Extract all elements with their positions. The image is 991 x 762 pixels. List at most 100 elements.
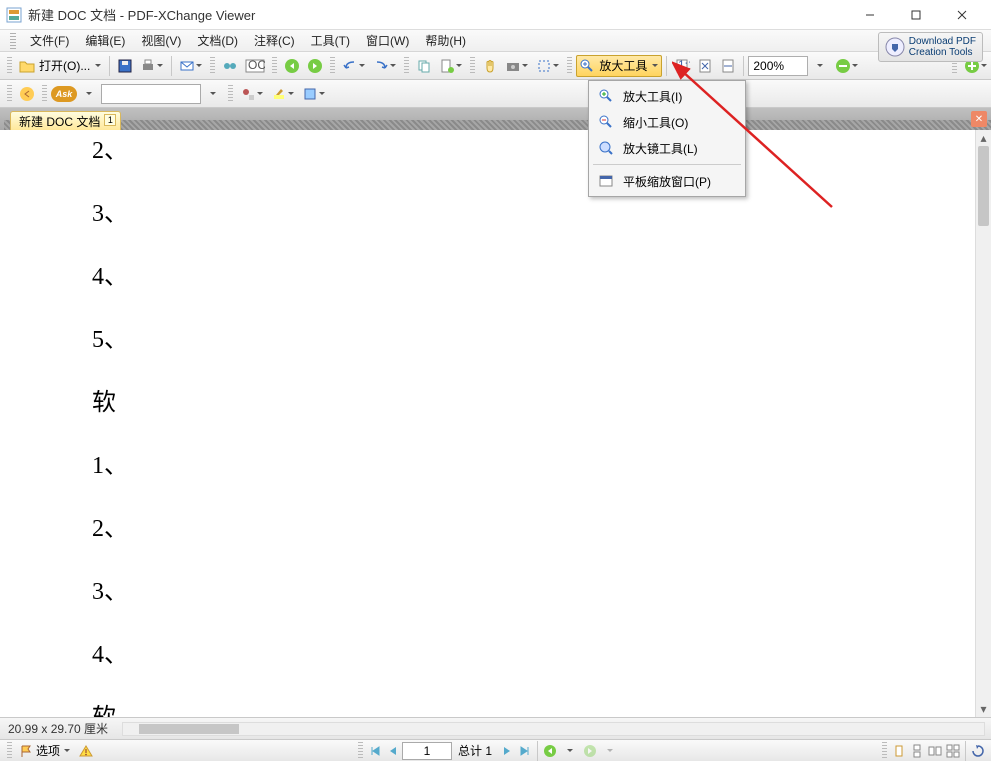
download-icon xyxy=(885,37,905,57)
search-combo[interactable] xyxy=(101,84,201,104)
download-pdf-tools-button[interactable]: Download PDFCreation Tools xyxy=(878,32,983,62)
note-button[interactable] xyxy=(299,83,329,105)
ocr-button[interactable]: OCR xyxy=(242,55,268,77)
minus-circle-icon xyxy=(835,58,851,74)
scroll-down-button[interactable]: ▾ xyxy=(976,701,991,717)
fit-width-button[interactable] xyxy=(717,55,739,77)
snapshot-button[interactable] xyxy=(502,55,532,77)
tab-badge: 1 xyxy=(104,114,116,126)
find-button[interactable] xyxy=(219,55,241,77)
menu-document[interactable]: 文档(D) xyxy=(189,30,246,51)
hand-icon xyxy=(482,58,498,74)
menu-file[interactable]: 文件(F) xyxy=(22,30,77,51)
ask-drop[interactable] xyxy=(78,83,100,105)
nav-forward-drop[interactable] xyxy=(599,740,621,762)
menu-zoom-in-tool[interactable]: 放大工具(I) xyxy=(591,83,743,109)
toolbar-grip[interactable] xyxy=(7,742,12,760)
toolbar-grip[interactable] xyxy=(42,85,47,103)
menu-edit[interactable]: 编辑(E) xyxy=(77,30,133,51)
hand-tool-button[interactable] xyxy=(479,55,501,77)
fit-page-icon xyxy=(697,58,713,74)
menu-magnifier-tool[interactable]: 放大镜工具(L) xyxy=(591,135,743,161)
warning-icon xyxy=(79,744,93,758)
zoom-combo[interactable]: 200% xyxy=(748,56,808,76)
print-button[interactable] xyxy=(137,55,167,77)
save-button[interactable] xyxy=(114,55,136,77)
actual-size-button[interactable]: 1:1 xyxy=(671,55,693,77)
document-text-line: 软 xyxy=(92,697,975,717)
prev-page-button[interactable] xyxy=(384,742,402,760)
ask-icon: Ask xyxy=(51,86,77,102)
stamp-button[interactable] xyxy=(237,83,267,105)
nav-back-drop[interactable] xyxy=(559,740,581,762)
toolbar-grip[interactable] xyxy=(210,57,215,75)
new-doc-button[interactable] xyxy=(436,55,466,77)
history-forward-button[interactable] xyxy=(370,55,400,77)
document-tab-bar: 新建 DOC 文档 1 ✕ xyxy=(0,108,991,130)
toolbar-grip[interactable] xyxy=(358,742,363,760)
document-tab[interactable]: 新建 DOC 文档 1 xyxy=(10,111,121,130)
menu-window[interactable]: 窗口(W) xyxy=(358,30,417,51)
history-back-button[interactable] xyxy=(339,55,369,77)
nav-forward-button[interactable] xyxy=(581,742,599,760)
toolbar-grip[interactable] xyxy=(882,742,887,760)
svg-text:OCR: OCR xyxy=(248,59,265,72)
horizontal-scrollbar[interactable] xyxy=(122,722,985,736)
layout-facing-continuous-button[interactable] xyxy=(944,742,962,760)
document-viewport[interactable]: 2、3、4、5、软1、2、3、4、软使 xyxy=(0,130,975,717)
layout-continuous-button[interactable] xyxy=(908,742,926,760)
scroll-thumb[interactable] xyxy=(978,146,989,226)
zoom-combo-drop[interactable] xyxy=(809,55,831,77)
toolbar-grip[interactable] xyxy=(228,85,233,103)
menu-help[interactable]: 帮助(H) xyxy=(417,30,474,51)
toolbar-grip[interactable] xyxy=(404,57,409,75)
toolbar-grip[interactable] xyxy=(7,57,12,75)
nav-back-button[interactable] xyxy=(541,742,559,760)
layout-facing-button[interactable] xyxy=(926,742,944,760)
menu-zoom-out-tool[interactable]: 缩小工具(O) xyxy=(591,109,743,135)
menu-view[interactable]: 视图(V) xyxy=(133,30,189,51)
warning-indicator[interactable] xyxy=(75,744,97,758)
copy-button[interactable] xyxy=(413,55,435,77)
highlight-button[interactable] xyxy=(268,83,298,105)
email-button[interactable] xyxy=(176,55,206,77)
undo-button[interactable] xyxy=(281,55,303,77)
first-page-button[interactable] xyxy=(366,742,384,760)
flag-icon xyxy=(19,744,33,758)
menu-bar: 文件(F) 编辑(E) 视图(V) 文档(D) 注释(C) 工具(T) 窗口(W… xyxy=(0,30,991,52)
zoom-tool-button[interactable]: 放大工具 xyxy=(576,55,662,77)
maximize-button[interactable] xyxy=(893,0,939,30)
menu-pan-zoom-window[interactable]: 平板缩放窗口(P) xyxy=(591,168,743,194)
options-button[interactable]: 选项 xyxy=(15,742,75,759)
toolbar-grip[interactable] xyxy=(272,57,277,75)
fit-page-button[interactable] xyxy=(694,55,716,77)
scroll-up-button[interactable]: ▴ xyxy=(976,130,991,146)
toolbar-grip[interactable] xyxy=(10,33,16,49)
last-page-button[interactable] xyxy=(516,742,534,760)
ocr-icon: OCR xyxy=(245,59,265,73)
redo-button[interactable] xyxy=(304,55,326,77)
toolbar-grip[interactable] xyxy=(567,57,572,75)
scroll-thumb[interactable] xyxy=(139,724,239,734)
select-tool-button[interactable] xyxy=(533,55,563,77)
next-page-button[interactable] xyxy=(498,742,516,760)
folder-open-icon xyxy=(19,58,35,74)
page-number-input[interactable] xyxy=(402,742,452,760)
menu-comments[interactable]: 注释(C) xyxy=(246,30,303,51)
rotate-button[interactable] xyxy=(969,742,987,760)
toolbar-grip[interactable] xyxy=(470,57,475,75)
document-text-line: 5、 xyxy=(92,319,975,354)
close-all-tabs-button[interactable]: ✕ xyxy=(971,111,987,127)
zoom-out-button[interactable] xyxy=(832,55,862,77)
previous-view-button[interactable] xyxy=(16,83,38,105)
toolbar-grip[interactable] xyxy=(330,57,335,75)
layout-single-button[interactable] xyxy=(890,742,908,760)
open-button[interactable]: 打开(O)... xyxy=(16,55,105,77)
page-1to1-icon: 1:1 xyxy=(674,58,690,74)
toolbar-grip[interactable] xyxy=(7,85,12,103)
search-drop[interactable] xyxy=(202,83,224,105)
menu-tools[interactable]: 工具(T) xyxy=(303,30,358,51)
close-button[interactable] xyxy=(939,0,985,30)
vertical-scrollbar[interactable]: ▴ ▾ xyxy=(975,130,991,717)
minimize-button[interactable] xyxy=(847,0,893,30)
